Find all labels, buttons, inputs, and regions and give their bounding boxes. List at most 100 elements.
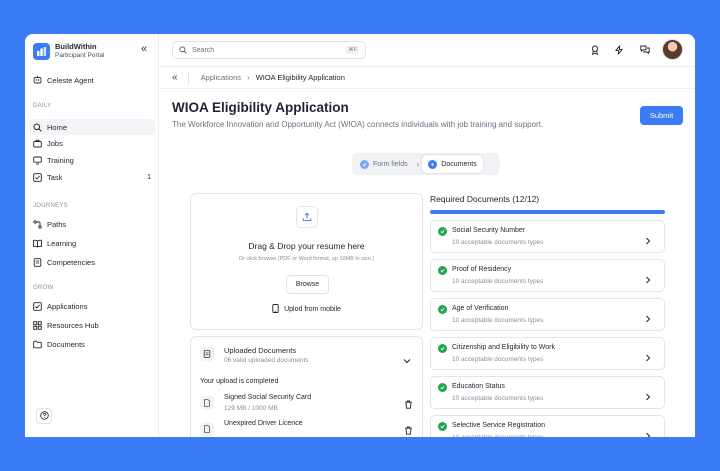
sidebar-item-label: Resources Hub (47, 320, 99, 330)
chevron-right-icon[interactable] (645, 349, 651, 367)
required-document-item[interactable]: Citizenship and Eligibility to Work 10 ac… (430, 337, 665, 370)
agent-switcher[interactable]: Celeste Agent (33, 75, 94, 86)
upload-from-mobile-link[interactable]: Uplod from mobile (191, 304, 422, 315)
search-input[interactable] (192, 46, 332, 54)
required-document-name: Social Security Number (452, 227, 526, 234)
section-label-grow: GROW (33, 285, 54, 291)
award-icon[interactable] (590, 45, 600, 55)
help-button[interactable] (36, 408, 52, 424)
document-icon (33, 257, 42, 267)
required-documents-progress (430, 210, 665, 214)
book-icon (33, 239, 42, 248)
chevron-right-icon[interactable] (645, 427, 651, 437)
sidebar-item-label: Documents (47, 339, 85, 349)
required-document-item[interactable]: Proof of Residency 10 acceptable document… (430, 259, 665, 292)
sidebar-item-documents[interactable]: Documents (29, 336, 155, 352)
chevron-right-icon[interactable] (645, 310, 651, 328)
browse-button[interactable]: Browse (286, 275, 329, 294)
sidebar-item-label: Jobs (47, 138, 63, 148)
sidebar-item-training[interactable]: Training (29, 152, 155, 168)
sidebar-item-jobs[interactable]: Jobs (29, 135, 155, 151)
trash-icon[interactable] (401, 423, 415, 437)
file-size: 129 MB / 1000 MB (224, 405, 278, 412)
lightning-icon[interactable] (614, 45, 624, 55)
search-box[interactable]: ⌘F (172, 41, 366, 59)
search-shortcut: ⌘F (346, 46, 359, 54)
breadcrumb-current: WIOA Eligibility Application (255, 73, 345, 82)
folder-icon (33, 340, 42, 349)
required-document-item[interactable]: Social Security Number 10 acceptable docu… (430, 220, 665, 253)
avatar[interactable] (662, 39, 683, 60)
chevron-right-icon: › (416, 159, 420, 169)
required-document-item[interactable]: Age of Verification 10 acceptable documen… (430, 298, 665, 331)
required-document-types: 10 acceptable documents types (452, 317, 544, 324)
document-icon (200, 347, 214, 361)
chat-icon[interactable] (640, 45, 650, 55)
briefcase-icon (33, 139, 42, 148)
uploaded-documents-count: 06 valid uploaded documents (224, 357, 309, 364)
chevron-right-icon[interactable] (645, 232, 651, 250)
sidebar-item-paths[interactable]: Paths (29, 216, 155, 232)
question-icon (39, 407, 49, 425)
breadcrumb: « Applications › WIOA Eligibility Applic… (160, 67, 695, 89)
sidebar-item-resources-hub[interactable]: Resources Hub (29, 317, 155, 333)
file-icon (200, 396, 214, 410)
sidebar-item-label: Learning (47, 238, 77, 248)
sidebar-item-home[interactable]: Home (29, 119, 155, 135)
submit-button[interactable]: Submit (640, 106, 683, 125)
upload-dropzone[interactable]: Drag & Drop your resume here Or click br… (190, 193, 423, 330)
upload-title: Drag & Drop your resume here (248, 241, 365, 251)
required-documents-title: Required Documents (12/12) (430, 194, 540, 204)
step-form-fields[interactable]: Form fields (354, 155, 414, 173)
breadcrumb-applications-link[interactable]: Applications (201, 73, 241, 82)
trash-icon[interactable] (401, 397, 415, 411)
sidebar-item-task[interactable]: Task 1 (29, 169, 155, 185)
back-icon[interactable]: « (172, 72, 178, 83)
check-circle-icon (438, 227, 447, 236)
page-title: WIOA Eligibility Application (172, 100, 349, 115)
brand[interactable]: BuildWithin Participant Portal (33, 42, 105, 60)
required-document-types: 10 acceptable documents types (452, 434, 543, 437)
mobile-icon (272, 304, 279, 315)
required-document-item[interactable]: Selective Service Registration 10 accepta… (430, 415, 665, 437)
required-document-name: Citizenship and Eligibility to Work (452, 344, 555, 351)
sidebar-item-learning[interactable]: Learning (29, 235, 155, 251)
step-label: Form fields (373, 160, 408, 168)
collapse-sidebar-icon[interactable]: « (141, 44, 147, 55)
sidebar-item-competencies[interactable]: Competencies (29, 254, 155, 270)
chevron-right-icon: › (247, 73, 250, 82)
uploaded-documents-panel: Uploaded Documents 06 valid uploaded doc… (190, 336, 423, 437)
file-name: Unexpired Driver Licence (224, 420, 303, 427)
sidebar: BuildWithin Participant Portal « Celeste… (25, 34, 159, 437)
search-icon (179, 41, 187, 59)
page-description: The Workforce Innovation and Opportunity… (172, 120, 544, 129)
sidebar-item-label: Paths (47, 219, 67, 229)
upload-from-mobile-label: Uplod from mobile (284, 306, 341, 313)
sidebar-item-label: Home (47, 122, 68, 132)
sidebar-item-applications[interactable]: Applications (29, 298, 155, 314)
brand-subtitle: Participant Portal (55, 52, 105, 59)
required-document-name: Proof of Residency (452, 266, 512, 273)
step-documents[interactable]: Documents (422, 155, 483, 173)
sidebar-item-label: Task (47, 172, 63, 182)
list-item: Unexpired Driver Licence (200, 420, 415, 437)
step-label: Documents (441, 160, 477, 168)
check-circle-icon (438, 422, 447, 431)
upload-hint: Or click browse (PDF or Word format, up … (238, 256, 375, 262)
task-count-badge: 1 (147, 173, 151, 181)
section-label-journeys: JOURNEYS (33, 203, 69, 209)
brand-name: BuildWithin (55, 42, 97, 51)
required-document-types: 10 acceptable documents types (452, 395, 544, 402)
chevron-down-icon[interactable] (403, 351, 411, 369)
checkbox-icon (33, 301, 42, 311)
check-circle-icon (438, 305, 447, 314)
file-icon (200, 422, 214, 436)
chevron-right-icon[interactable] (645, 388, 651, 406)
required-document-types: 10 acceptable documents types (452, 239, 544, 246)
required-document-types: 10 acceptable documents types (452, 278, 544, 285)
upload-icon (296, 206, 318, 228)
required-document-item[interactable]: Education Status 10 acceptable documents … (430, 376, 665, 409)
chevron-right-icon[interactable] (645, 271, 651, 289)
path-icon (33, 219, 42, 229)
sidebar-item-label: Training (47, 155, 74, 165)
